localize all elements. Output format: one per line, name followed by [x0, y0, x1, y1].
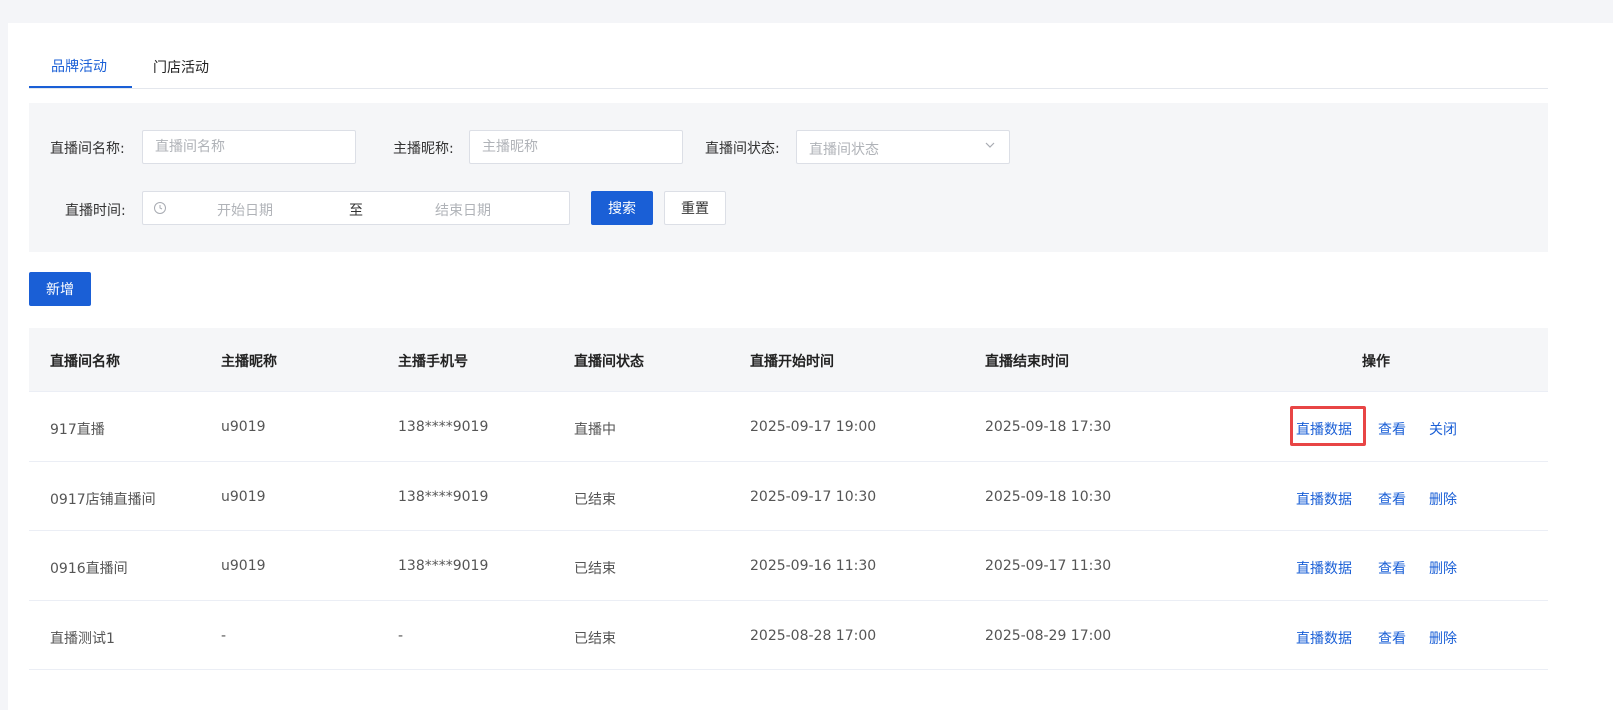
cell-room-name: 0916直播间: [50, 561, 128, 577]
cell-status: 直播中: [574, 422, 616, 438]
cell-start-time: 2025-09-17 19:00: [750, 419, 877, 435]
header-end-time: 直播结束时间: [985, 354, 1069, 370]
cell-end-time: 2025-09-18 17:30: [985, 419, 1112, 435]
time-label: 直播时间:: [65, 203, 126, 219]
header-phone: 主播手机号: [398, 354, 468, 370]
cell-phone: 138****9019: [398, 558, 489, 574]
view-link[interactable]: 查看: [1378, 628, 1406, 648]
cell-start-time: 2025-09-17 10:30: [750, 488, 877, 505]
status-select-placeholder: 直播间状态: [809, 142, 879, 158]
add-button[interactable]: 新增: [29, 272, 91, 306]
view-link[interactable]: 查看: [1378, 419, 1406, 439]
delete-link[interactable]: 删除: [1429, 489, 1457, 509]
cell-nickname: u9019: [221, 558, 266, 574]
table-row: 917直播 u9019 138****9019 直播中 2025-09-17 1…: [29, 392, 1548, 462]
range-separator: 至: [349, 203, 363, 219]
live-data-link[interactable]: 直播数据: [1296, 628, 1352, 648]
cell-end-time: 2025-09-18 10:30: [985, 488, 1112, 505]
cell-start-time: 2025-08-28 17:00: [750, 627, 877, 644]
cell-room-name: 0917店铺直播间: [50, 491, 156, 508]
tab-bar: 品牌活动 门店活动: [29, 23, 1548, 89]
view-link[interactable]: 查看: [1378, 558, 1406, 578]
status-select[interactable]: 直播间状态: [796, 130, 1010, 164]
header-room-name: 直播间名称: [50, 354, 120, 370]
table-header: 直播间名称 主播昵称 主播手机号 直播间状态 直播开始时间 直播结束时间 操作: [29, 328, 1548, 392]
cell-room-name: 直播测试1: [50, 630, 115, 647]
delete-link[interactable]: 删除: [1429, 558, 1457, 578]
live-data-link[interactable]: 直播数据: [1296, 419, 1352, 439]
status-label: 直播间状态:: [705, 141, 780, 157]
cell-nickname: u9019: [221, 488, 266, 505]
header-actions: 操作: [1362, 354, 1390, 370]
live-room-table: 直播间名称 主播昵称 主播手机号 直播间状态 直播开始时间 直播结束时间 操作 …: [29, 328, 1548, 670]
clock-icon: [154, 202, 166, 214]
cell-end-time: 2025-09-17 11:30: [985, 558, 1112, 574]
room-name-input[interactable]: [142, 130, 356, 164]
nickname-label: 主播昵称:: [393, 141, 454, 157]
chevron-down-icon: [985, 142, 995, 148]
search-button[interactable]: 搜索: [591, 191, 653, 225]
header-nickname: 主播昵称: [221, 354, 277, 370]
cell-end-time: 2025-08-29 17:00: [985, 627, 1112, 644]
header-start-time: 直播开始时间: [750, 354, 834, 370]
cell-phone: -: [398, 627, 404, 644]
tab-store-activity[interactable]: 门店活动: [153, 57, 209, 77]
tab-brand-activity[interactable]: 品牌活动: [51, 56, 107, 76]
live-data-link[interactable]: 直播数据: [1296, 489, 1352, 509]
cell-status: 已结束: [574, 630, 616, 647]
close-link[interactable]: 关闭: [1429, 419, 1457, 439]
table-row: 0917店铺直播间 u9019 138****9019 已结束 2025-09-…: [29, 462, 1548, 531]
start-date-input[interactable]: 开始日期: [217, 200, 273, 220]
live-data-link[interactable]: 直播数据: [1296, 558, 1352, 578]
table-row: 0916直播间 u9019 138****9019 已结束 2025-09-16…: [29, 531, 1548, 601]
cell-status: 已结束: [574, 491, 616, 508]
active-tab-indicator: [29, 86, 132, 88]
view-link[interactable]: 查看: [1378, 489, 1406, 509]
filter-panel: 直播间名称: 主播昵称: 直播间状态: 直播间状态 直播时间: 开始日期 至 结…: [29, 103, 1548, 252]
delete-link[interactable]: 删除: [1429, 628, 1457, 648]
table-row: 直播测试1 - - 已结束 2025-08-28 17:00 2025-08-2…: [29, 601, 1548, 670]
main-card: 品牌活动 门店活动 直播间名称: 主播昵称: 直播间状态: 直播间状态 直播时间…: [8, 23, 1613, 710]
end-date-input[interactable]: 结束日期: [435, 200, 491, 220]
date-range-picker[interactable]: 开始日期 至 结束日期: [142, 191, 570, 225]
header-status: 直播间状态: [574, 354, 644, 370]
cell-nickname: -: [221, 627, 227, 644]
cell-start-time: 2025-09-16 11:30: [750, 558, 877, 574]
cell-status: 已结束: [574, 561, 616, 577]
cell-room-name: 917直播: [50, 422, 105, 438]
room-name-label: 直播间名称:: [50, 141, 125, 157]
cell-phone: 138****9019: [398, 488, 489, 505]
nickname-input[interactable]: [469, 130, 683, 164]
reset-button[interactable]: 重置: [664, 191, 726, 225]
cell-phone: 138****9019: [398, 419, 489, 435]
cell-nickname: u9019: [221, 419, 266, 435]
